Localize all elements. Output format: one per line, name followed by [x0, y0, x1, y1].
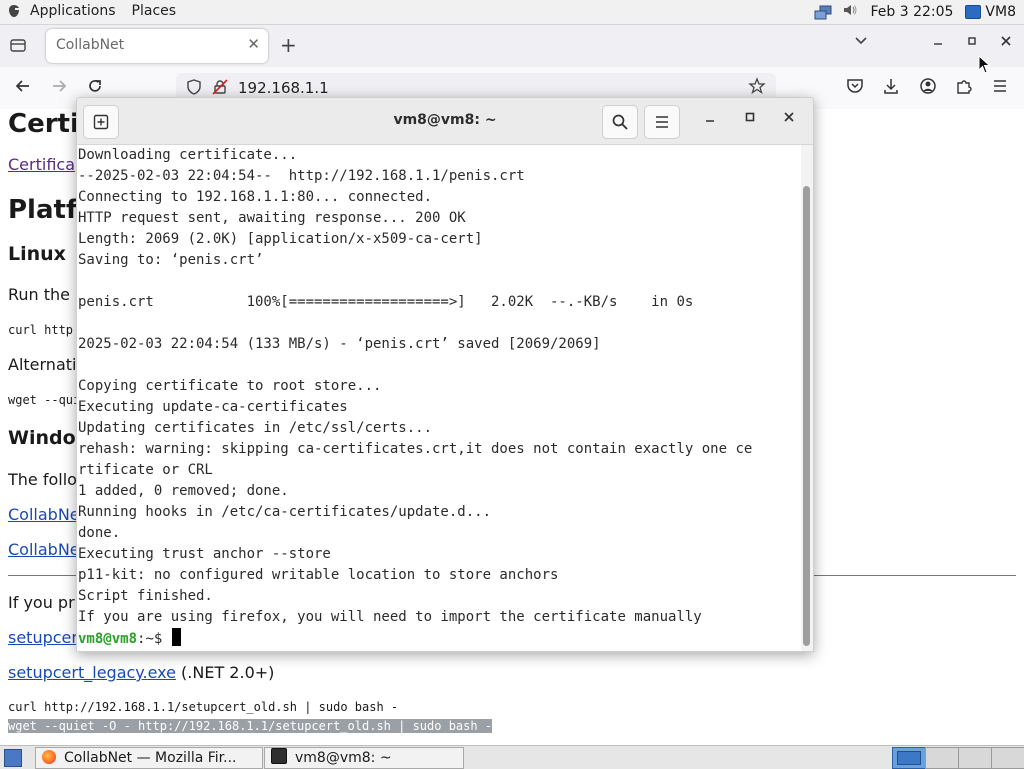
search-icon[interactable]	[602, 105, 638, 139]
setupcert-link[interactable]: setupcer	[8, 628, 78, 647]
back-arrow-icon[interactable]	[14, 77, 32, 100]
terminal-line: Running hooks in /etc/ca-certificates/up…	[78, 504, 492, 520]
volume-icon[interactable]	[842, 3, 858, 21]
terminal-close-icon[interactable]	[782, 110, 796, 128]
platform-heading: Platf	[8, 195, 78, 225]
applications-menu[interactable]: Applications	[30, 3, 116, 19]
tab-title: CollabNet	[56, 37, 125, 53]
pocket-icon[interactable]	[846, 77, 864, 100]
url-text[interactable]: 192.168.1.1	[238, 79, 329, 97]
clock[interactable]: Feb 3 22:05	[870, 4, 953, 20]
terminal-line: Script finished.	[78, 588, 213, 604]
terminal-headerbar[interactable]: vm8@vm8: ~	[77, 98, 813, 145]
applications-menu-icon[interactable]	[8, 4, 20, 18]
terminal-output[interactable]: Downloading certificate... --2025-02-03 …	[77, 145, 799, 651]
collabnet-link-2[interactable]: CollabNe	[8, 540, 80, 559]
bottom-taskbar: CollabNet — Mozilla Fir... vm8@vm8: ~	[0, 745, 1024, 769]
window-maximize-icon[interactable]	[967, 35, 977, 49]
wget-command: wget --qui	[8, 393, 81, 407]
tracking-protection-shield-icon[interactable]	[186, 79, 202, 99]
windows-heading: Windo	[8, 427, 76, 449]
terminal-line: Executing trust anchor --store	[78, 546, 331, 562]
network-icon[interactable]	[814, 5, 832, 20]
terminal-line: 1 added, 0 removed; done.	[78, 483, 289, 499]
workspace-1[interactable]	[892, 747, 926, 769]
if-you-text: If you pr	[8, 593, 75, 612]
places-menu[interactable]: Places	[132, 3, 177, 19]
curl-command: curl http	[8, 323, 74, 337]
terminal-line: done.	[78, 525, 121, 541]
window-minimize-icon[interactable]	[932, 35, 944, 51]
browser-tabstrip: CollabNet ✕ +	[0, 25, 1024, 67]
terminal-prompt-line[interactable]: vm8@vm8:~$	[78, 628, 181, 649]
terminal-icon	[271, 748, 287, 764]
downloads-icon[interactable]	[882, 77, 900, 100]
extensions-puzzle-icon[interactable]	[955, 77, 973, 100]
forward-arrow-icon[interactable]	[50, 77, 68, 100]
terminal-line: If you are using firefox, you will need …	[78, 609, 702, 625]
terminal-line: Copying certificate to root store...	[78, 378, 382, 394]
prompt-path: :~$	[137, 631, 171, 647]
legacy-note: (.NET 2.0+)	[175, 663, 275, 682]
setupcert-legacy-row: setupcert_legacy.exe (.NET 2.0+)	[8, 663, 274, 682]
tab-list-icon[interactable]	[8, 35, 30, 57]
collabnet-link-1[interactable]: CollabNe	[8, 505, 80, 524]
terminal-line: Connecting to 192.168.1.1:80... connecte…	[78, 189, 433, 205]
terminal-maximize-icon[interactable]	[743, 110, 757, 128]
vm-indicator[interactable]: VM8	[965, 4, 1016, 20]
tab-close-icon[interactable]: ✕	[247, 35, 260, 53]
page-heading-certificate: Certi	[8, 109, 79, 139]
terminal-minimize-icon[interactable]	[703, 110, 717, 128]
workspace-4[interactable]	[991, 747, 1024, 769]
terminal-line: Executing update-ca-certificates	[78, 399, 348, 415]
linux-instructions-text: Run the	[8, 285, 71, 304]
monitor-icon	[965, 5, 982, 19]
text-cursor	[171, 628, 181, 646]
linux-heading: Linux	[8, 243, 66, 265]
firefox-icon	[42, 750, 56, 764]
new-tab-button[interactable]: +	[280, 33, 297, 57]
taskbar-item-firefox[interactable]: CollabNet — Mozilla Fir...	[35, 747, 263, 769]
prompt-user: vm8@vm8	[78, 631, 138, 647]
workspace-2[interactable]	[925, 747, 959, 769]
account-icon[interactable]	[919, 77, 937, 100]
terminal-line: rehash: warning: skipping ca-certificate…	[78, 441, 753, 457]
terminal-line: Updating certificates in /etc/ssl/certs.…	[78, 420, 433, 436]
alternative-text: Alternati	[8, 355, 77, 374]
show-desktop-icon[interactable]	[4, 749, 22, 767]
taskbar-terminal-label: vm8@vm8: ~	[295, 750, 392, 766]
list-all-tabs-icon[interactable]	[854, 35, 868, 50]
top-panel: Applications Places Feb 3 22:05 VM8	[0, 0, 1024, 25]
terminal-line: --2025-02-03 22:04:54-- http://192.168.1…	[78, 168, 525, 184]
window-close-icon[interactable]	[1000, 33, 1012, 51]
following-text: The follo	[8, 470, 77, 489]
terminal-scrollbar-thumb[interactable]	[803, 186, 810, 646]
vm-label: VM8	[985, 4, 1016, 20]
terminal-line: p11-kit: no configured writable location…	[78, 567, 559, 583]
certificate-link[interactable]: Certifica	[8, 155, 75, 174]
terminal-line: Length: 2069 (2.0K) [application/x-x509-…	[78, 231, 483, 247]
workspace-3[interactable]	[958, 747, 992, 769]
setupcert-legacy-link[interactable]: setupcert_legacy.exe	[8, 663, 176, 682]
tab-collabnet[interactable]: CollabNet ✕	[46, 29, 268, 63]
insecure-lock-icon[interactable]	[212, 79, 228, 99]
curl-old-command: curl http://192.168.1.1/setupcert_old.sh…	[8, 700, 399, 714]
terminal-window[interactable]: vm8@vm8: ~ Downloading certificate... --…	[76, 97, 814, 652]
taskbar-firefox-label: CollabNet — Mozilla Fir...	[64, 750, 237, 766]
terminal-line: 2025-02-03 22:04:54 (133 MB/s) - ‘penis.…	[78, 336, 601, 352]
terminal-line: Saving to: ‘penis.crt’	[78, 252, 264, 268]
terminal-line: HTTP request sent, awaiting response... …	[78, 210, 466, 226]
terminal-menu-icon[interactable]	[644, 105, 680, 139]
terminal-line: penis.crt 100%[===================>] 2.0…	[78, 294, 694, 310]
terminal-line: Downloading certificate...	[78, 147, 298, 163]
taskbar-item-terminal[interactable]: vm8@vm8: ~	[264, 747, 464, 769]
terminal-line: rtificate or CRL	[78, 462, 213, 478]
wget-old-command-selected: wget --quiet -O - http://192.168.1.1/set…	[8, 719, 493, 733]
hamburger-menu-icon[interactable]	[991, 77, 1009, 100]
